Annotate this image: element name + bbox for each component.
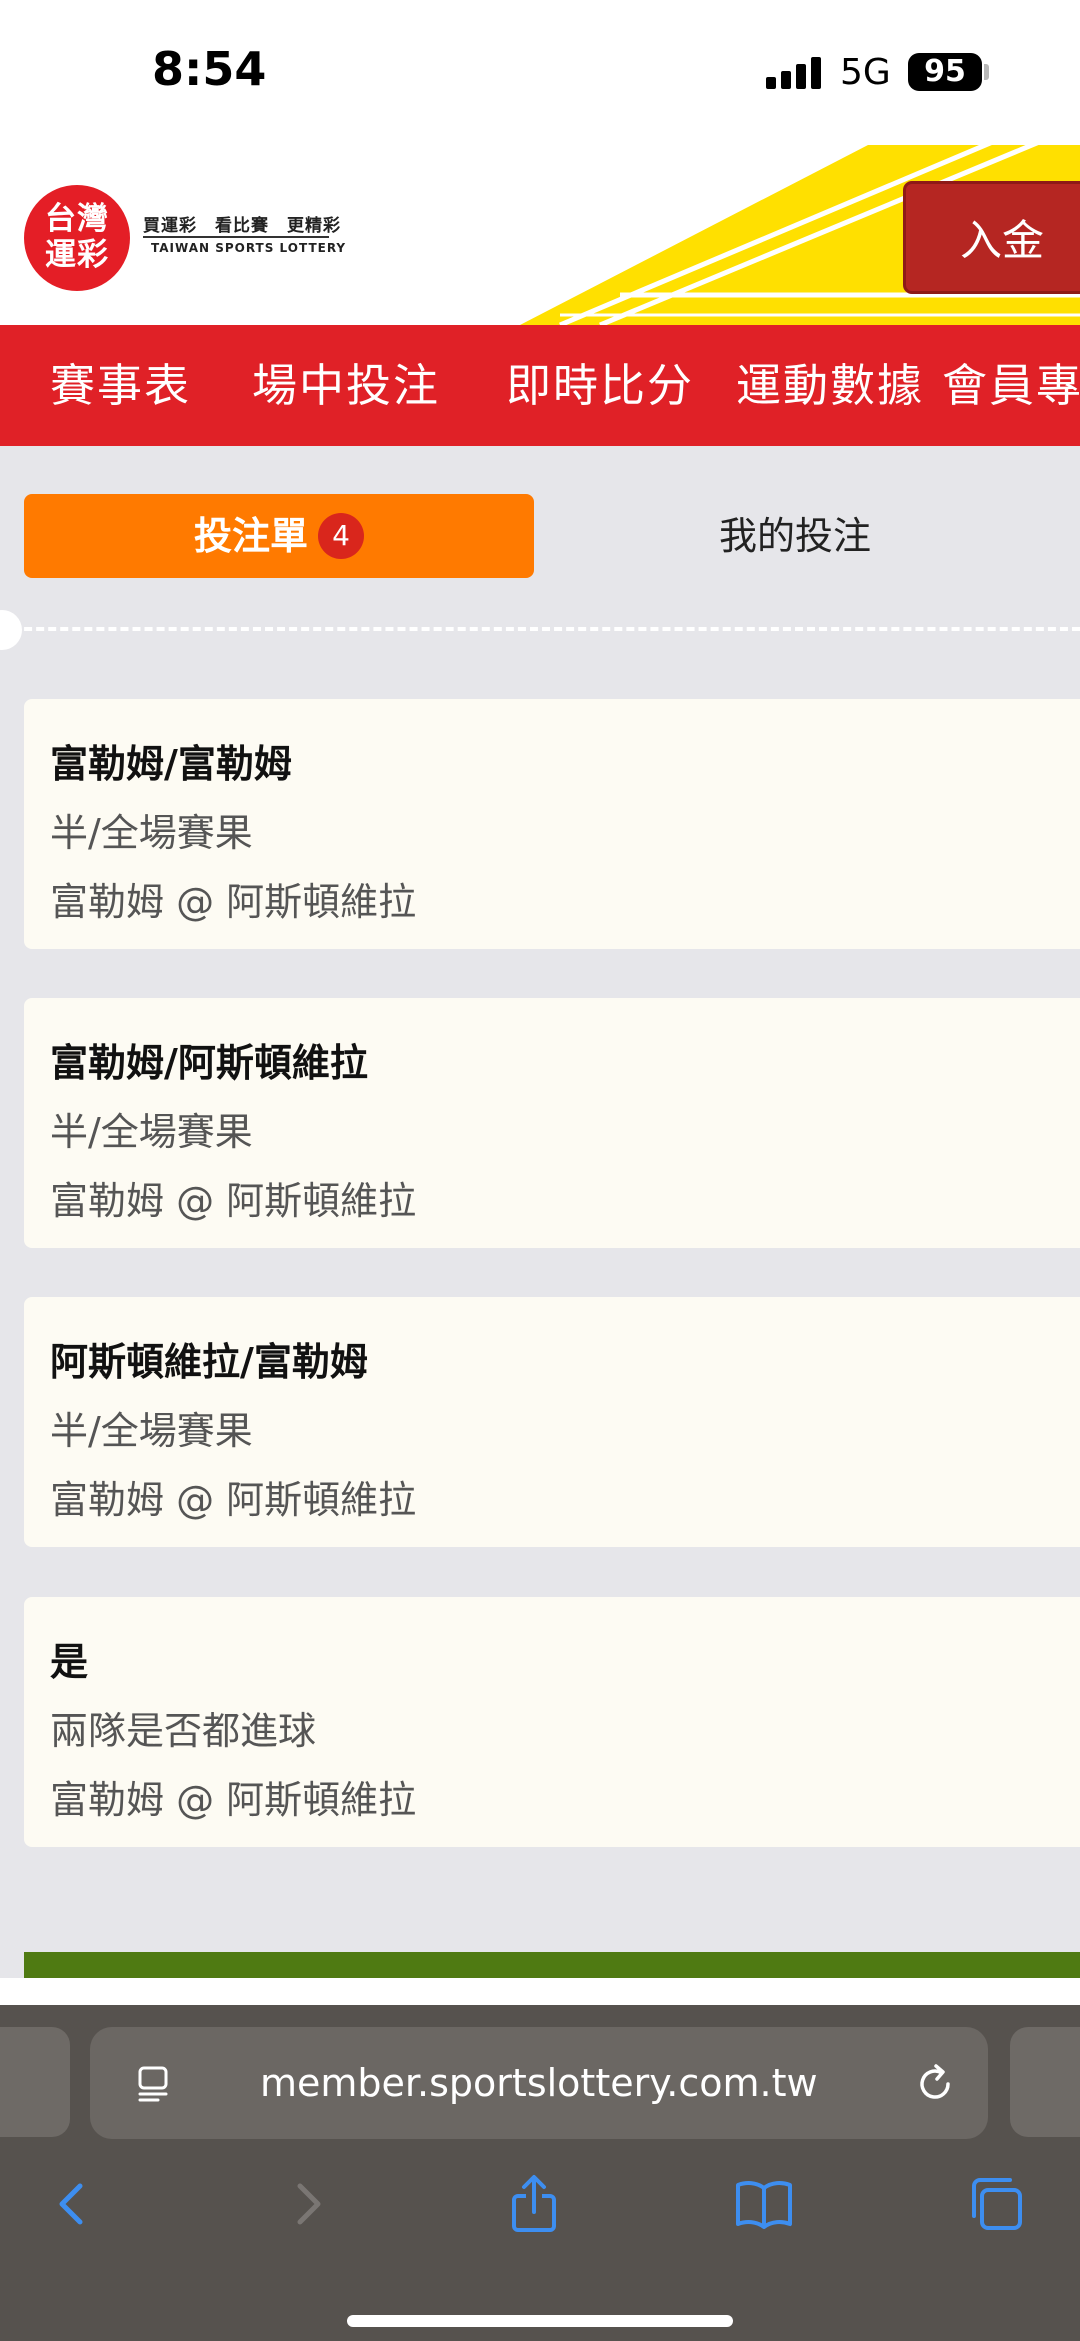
battery-tip <box>984 64 989 80</box>
battery-icon: 95 <box>908 53 982 91</box>
bet-card[interactable]: 富勒姆/阿斯頓維拉 半/全場賽果 富勒姆 @ 阿斯頓維拉 <box>24 998 1080 1248</box>
cellular-signal-icon <box>766 57 822 89</box>
home-indicator[interactable] <box>347 2315 733 2327</box>
url-text: member.sportslottery.com.tw <box>260 2061 818 2105</box>
logo-slogan: 買運彩 看比賽 更精彩 <box>143 216 341 236</box>
site-header: 台灣 運彩 買運彩 看比賽 更精彩 TAIWAN SPORTS LOTTERY … <box>0 145 1080 325</box>
logo-text-line1: 台灣 <box>45 201 109 237</box>
bet-card[interactable]: 是 兩隊是否都進球 富勒姆 @ 阿斯頓維拉 <box>24 1597 1080 1847</box>
bet-selection: 富勒姆/富勒姆 <box>50 742 292 786</box>
browser-chrome: member.sportslottery.com.tw <box>0 2005 1080 2341</box>
tab-my-bets[interactable]: 我的投注 <box>560 494 1030 578</box>
bet-slip-panel: 投注單 4 我的投注 富勒姆/富勒姆 半/全場賽果 富勒姆 @ 阿斯頓維拉 富勒姆… <box>0 470 1080 1950</box>
status-time: 8:54 <box>152 42 267 96</box>
nav-item-schedule[interactable]: 賽事表 <box>50 325 191 446</box>
bet-card[interactable]: 阿斯頓維拉/富勒姆 半/全場賽果 富勒姆 @ 阿斯頓維拉 <box>24 1297 1080 1547</box>
page-menu-icon[interactable] <box>134 2063 174 2103</box>
nav-item-live-betting[interactable]: 場中投注 <box>252 325 440 446</box>
bet-selection: 富勒姆/阿斯頓維拉 <box>50 1041 368 1085</box>
logo[interactable]: 台灣 運彩 <box>24 185 130 291</box>
bet-count-badge: 4 <box>318 512 364 559</box>
tabs-icon[interactable] <box>964 2172 1028 2236</box>
bet-market: 半/全場賽果 <box>50 811 253 855</box>
page: 8:54 5G 95 台灣 運彩 買運彩 看比賽 更精彩 TAIWAN SPOR… <box>0 0 1080 2341</box>
next-tab-pill[interactable] <box>1010 2027 1080 2137</box>
logo-english-name: TAIWAN SPORTS LOTTERY <box>151 241 347 255</box>
tab-bet-slip[interactable]: 投注單 4 <box>24 494 534 578</box>
logo-text-line2: 運彩 <box>45 237 109 273</box>
bet-selection: 是 <box>50 1640 89 1684</box>
ticket-divider <box>0 627 1080 631</box>
back-icon[interactable] <box>40 2172 104 2236</box>
footer-gap <box>0 1978 1080 2008</box>
bet-match: 富勒姆 @ 阿斯頓維拉 <box>50 1179 417 1223</box>
bet-market: 兩隊是否都進球 <box>50 1709 317 1753</box>
share-icon[interactable] <box>502 2172 566 2236</box>
reload-icon[interactable] <box>912 2061 958 2107</box>
bet-market: 半/全場賽果 <box>50 1409 253 1453</box>
network-type: 5G <box>840 52 891 93</box>
nav-item-sports-data[interactable]: 運動數據 <box>736 325 924 446</box>
main-nav: 賽事表 場中投注 即時比分 運動數據 會員專 <box>0 325 1080 446</box>
bet-selection: 阿斯頓維拉/富勒姆 <box>50 1340 368 1384</box>
tab-bet-slip-label: 投注單 <box>193 514 308 558</box>
bet-match: 富勒姆 @ 阿斯頓維拉 <box>50 880 417 924</box>
browser-toolbar <box>0 2150 1080 2270</box>
deposit-button[interactable]: 入金 <box>903 181 1080 294</box>
nav-item-live-scores[interactable]: 即時比分 <box>506 325 694 446</box>
logo-divider <box>143 236 329 238</box>
previous-tab-pill[interactable] <box>0 2027 70 2137</box>
field-strip <box>24 1952 1080 1978</box>
bookmarks-icon[interactable] <box>732 2172 796 2236</box>
forward-icon[interactable] <box>276 2172 340 2236</box>
bet-match: 富勒姆 @ 阿斯頓維拉 <box>50 1478 417 1522</box>
bet-match: 富勒姆 @ 阿斯頓維拉 <box>50 1778 417 1822</box>
nav-item-member[interactable]: 會員專 <box>942 325 1080 446</box>
address-bar[interactable]: member.sportslottery.com.tw <box>90 2027 988 2139</box>
bet-card[interactable]: 富勒姆/富勒姆 半/全場賽果 富勒姆 @ 阿斯頓維拉 <box>24 699 1080 949</box>
status-bar: 8:54 5G 95 <box>0 0 1080 145</box>
bet-market: 半/全場賽果 <box>50 1110 253 1154</box>
